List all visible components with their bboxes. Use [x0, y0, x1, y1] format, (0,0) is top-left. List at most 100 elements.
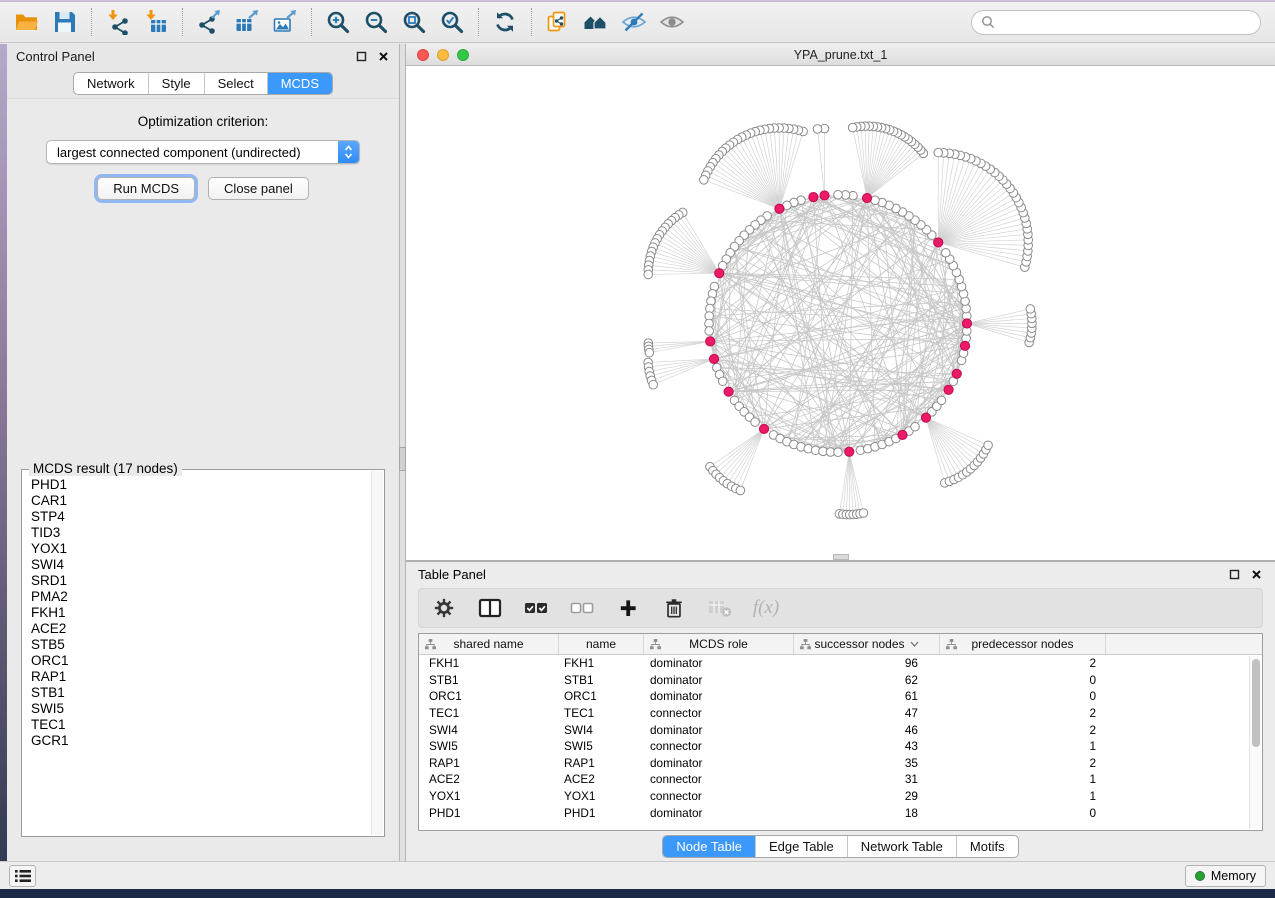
- show-log-button[interactable]: [9, 865, 36, 887]
- graph-node[interactable]: [813, 125, 822, 134]
- show-columns-button[interactable]: [477, 596, 503, 620]
- tab-network[interactable]: Network: [74, 73, 148, 94]
- unselect-all-rows-button[interactable]: [569, 596, 595, 620]
- table-scrollbar-thumb[interactable]: [1252, 659, 1260, 747]
- graph-hub-node[interactable]: [709, 354, 718, 363]
- graph-node[interactable]: [645, 348, 654, 357]
- table-settings-gear-button[interactable]: [431, 596, 457, 620]
- mcds-result-item[interactable]: PHD1: [31, 477, 370, 493]
- column-header-predecessor-nodes[interactable]: predecessor nodes: [940, 634, 1106, 654]
- column-header-name[interactable]: name: [559, 634, 644, 654]
- export-table-button[interactable]: [228, 6, 266, 38]
- tab-style[interactable]: Style: [148, 73, 204, 94]
- select-all-rows-button[interactable]: [523, 596, 549, 620]
- mcds-result-item[interactable]: TEC1: [31, 717, 370, 733]
- tab-select[interactable]: Select: [204, 73, 267, 94]
- graph-hub-node[interactable]: [715, 269, 724, 278]
- mcds-result-item[interactable]: GCR1: [31, 733, 370, 749]
- zoom-selected-button[interactable]: [433, 6, 471, 38]
- graph-node[interactable]: [941, 248, 950, 257]
- close-window-button[interactable]: [417, 49, 429, 61]
- graph-hub-node[interactable]: [862, 193, 871, 202]
- mcds-result-item[interactable]: STB5: [31, 637, 370, 653]
- mcds-result-item[interactable]: PMA2: [31, 589, 370, 605]
- graph-hub-node[interactable]: [820, 191, 829, 200]
- graph-hub-node[interactable]: [759, 424, 768, 433]
- show-all-button[interactable]: [653, 6, 691, 38]
- tab-node-table[interactable]: Node Table: [663, 836, 755, 857]
- mcds-result-item[interactable]: FKH1: [31, 605, 370, 621]
- column-header-mcds-role[interactable]: MCDS role: [644, 634, 794, 654]
- optimization-criterion-select[interactable]: largest connected component (undirected): [46, 140, 360, 164]
- mcds-result-item[interactable]: CAR1: [31, 493, 370, 509]
- search-field[interactable]: [971, 10, 1261, 35]
- graph-node[interactable]: [1026, 305, 1035, 314]
- graph-node[interactable]: [911, 422, 920, 431]
- graph-hub-node[interactable]: [960, 341, 969, 350]
- mcds-result-item[interactable]: ACE2: [31, 621, 370, 637]
- network-canvas[interactable]: [406, 66, 1275, 560]
- close-panel-action-button[interactable]: Close panel: [208, 177, 309, 200]
- float-panel-button[interactable]: [355, 50, 368, 63]
- table-row[interactable]: TEC1 TEC1 connector 47 2: [419, 705, 1249, 722]
- mcds-result-item[interactable]: TID3: [31, 525, 370, 541]
- minimize-window-button[interactable]: [437, 49, 449, 61]
- mcds-result-item[interactable]: SRD1: [31, 573, 370, 589]
- graph-node[interactable]: [834, 190, 843, 199]
- tab-motifs[interactable]: Motifs: [956, 836, 1018, 857]
- graph-node[interactable]: [859, 509, 868, 518]
- graph-hub-node[interactable]: [706, 337, 715, 346]
- hide-selected-button[interactable]: [615, 6, 653, 38]
- zoom-out-button[interactable]: [357, 6, 395, 38]
- zoom-window-button[interactable]: [457, 49, 469, 61]
- graph-node[interactable]: [736, 486, 745, 495]
- graph-node[interactable]: [649, 380, 658, 389]
- export-network-button[interactable]: [190, 6, 228, 38]
- table-scrollbar[interactable]: [1249, 656, 1261, 829]
- import-network-button[interactable]: [99, 6, 137, 38]
- graph-hub-node[interactable]: [962, 319, 971, 328]
- run-mcds-button[interactable]: Run MCDS: [97, 177, 195, 200]
- graph-node[interactable]: [644, 270, 653, 279]
- graph-node[interactable]: [751, 418, 760, 427]
- delete-column-button[interactable]: [661, 596, 687, 620]
- graph-node[interactable]: [937, 396, 946, 405]
- table-row[interactable]: SWI5 SWI5 connector 43 1: [419, 738, 1249, 755]
- clone-network-button[interactable]: [539, 6, 577, 38]
- graph-hub-node[interactable]: [809, 193, 818, 202]
- network-view-titlebar[interactable]: YPA_prune.txt_1: [406, 44, 1275, 66]
- graph-hub-node[interactable]: [845, 447, 854, 456]
- table-row[interactable]: YOX1 YOX1 connector 29 1: [419, 788, 1249, 805]
- graph-node[interactable]: [848, 123, 857, 132]
- graph-hub-node[interactable]: [952, 369, 961, 378]
- close-table-panel-button[interactable]: [1250, 568, 1263, 581]
- zoom-in-button[interactable]: [319, 6, 357, 38]
- table-row[interactable]: ACE2 ACE2 connector 31 1: [419, 771, 1249, 788]
- mcds-result-list[interactable]: PHD1 CAR1 STP4 TID3 YOX1 SWI4 SRD1: [24, 472, 370, 834]
- graph-node[interactable]: [705, 327, 714, 336]
- mcds-result-item[interactable]: STP4: [31, 509, 370, 525]
- add-column-button[interactable]: [615, 596, 641, 620]
- zoom-fit-button[interactable]: [395, 6, 433, 38]
- graph-node[interactable]: [700, 176, 709, 185]
- graph-hub-node[interactable]: [934, 238, 943, 247]
- table-row[interactable]: RAP1 RAP1 dominator 35 2: [419, 755, 1249, 772]
- mcds-result-item[interactable]: SWI5: [31, 701, 370, 717]
- memory-button[interactable]: Memory: [1185, 865, 1266, 887]
- table-row[interactable]: ORC1 ORC1 dominator 61 0: [419, 688, 1249, 705]
- search-input[interactable]: [1001, 15, 1251, 30]
- tab-edge-table[interactable]: Edge Table: [755, 836, 847, 857]
- graph-node[interactable]: [934, 148, 943, 157]
- mcds-result-item[interactable]: STB1: [31, 685, 370, 701]
- graph-hub-node[interactable]: [775, 204, 784, 213]
- mcds-result-item[interactable]: RAP1: [31, 669, 370, 685]
- graph-hub-node[interactable]: [921, 413, 930, 422]
- refresh-view-button[interactable]: [486, 6, 524, 38]
- save-session-button[interactable]: [46, 6, 84, 38]
- mcds-result-item[interactable]: SWI4: [31, 557, 370, 573]
- mcds-result-item[interactable]: YOX1: [31, 541, 370, 557]
- tab-network-table[interactable]: Network Table: [847, 836, 956, 857]
- table-row[interactable]: SWI4 SWI4 dominator 46 2: [419, 721, 1249, 738]
- splitter-grip[interactable]: [399, 447, 406, 471]
- import-table-button[interactable]: [137, 6, 175, 38]
